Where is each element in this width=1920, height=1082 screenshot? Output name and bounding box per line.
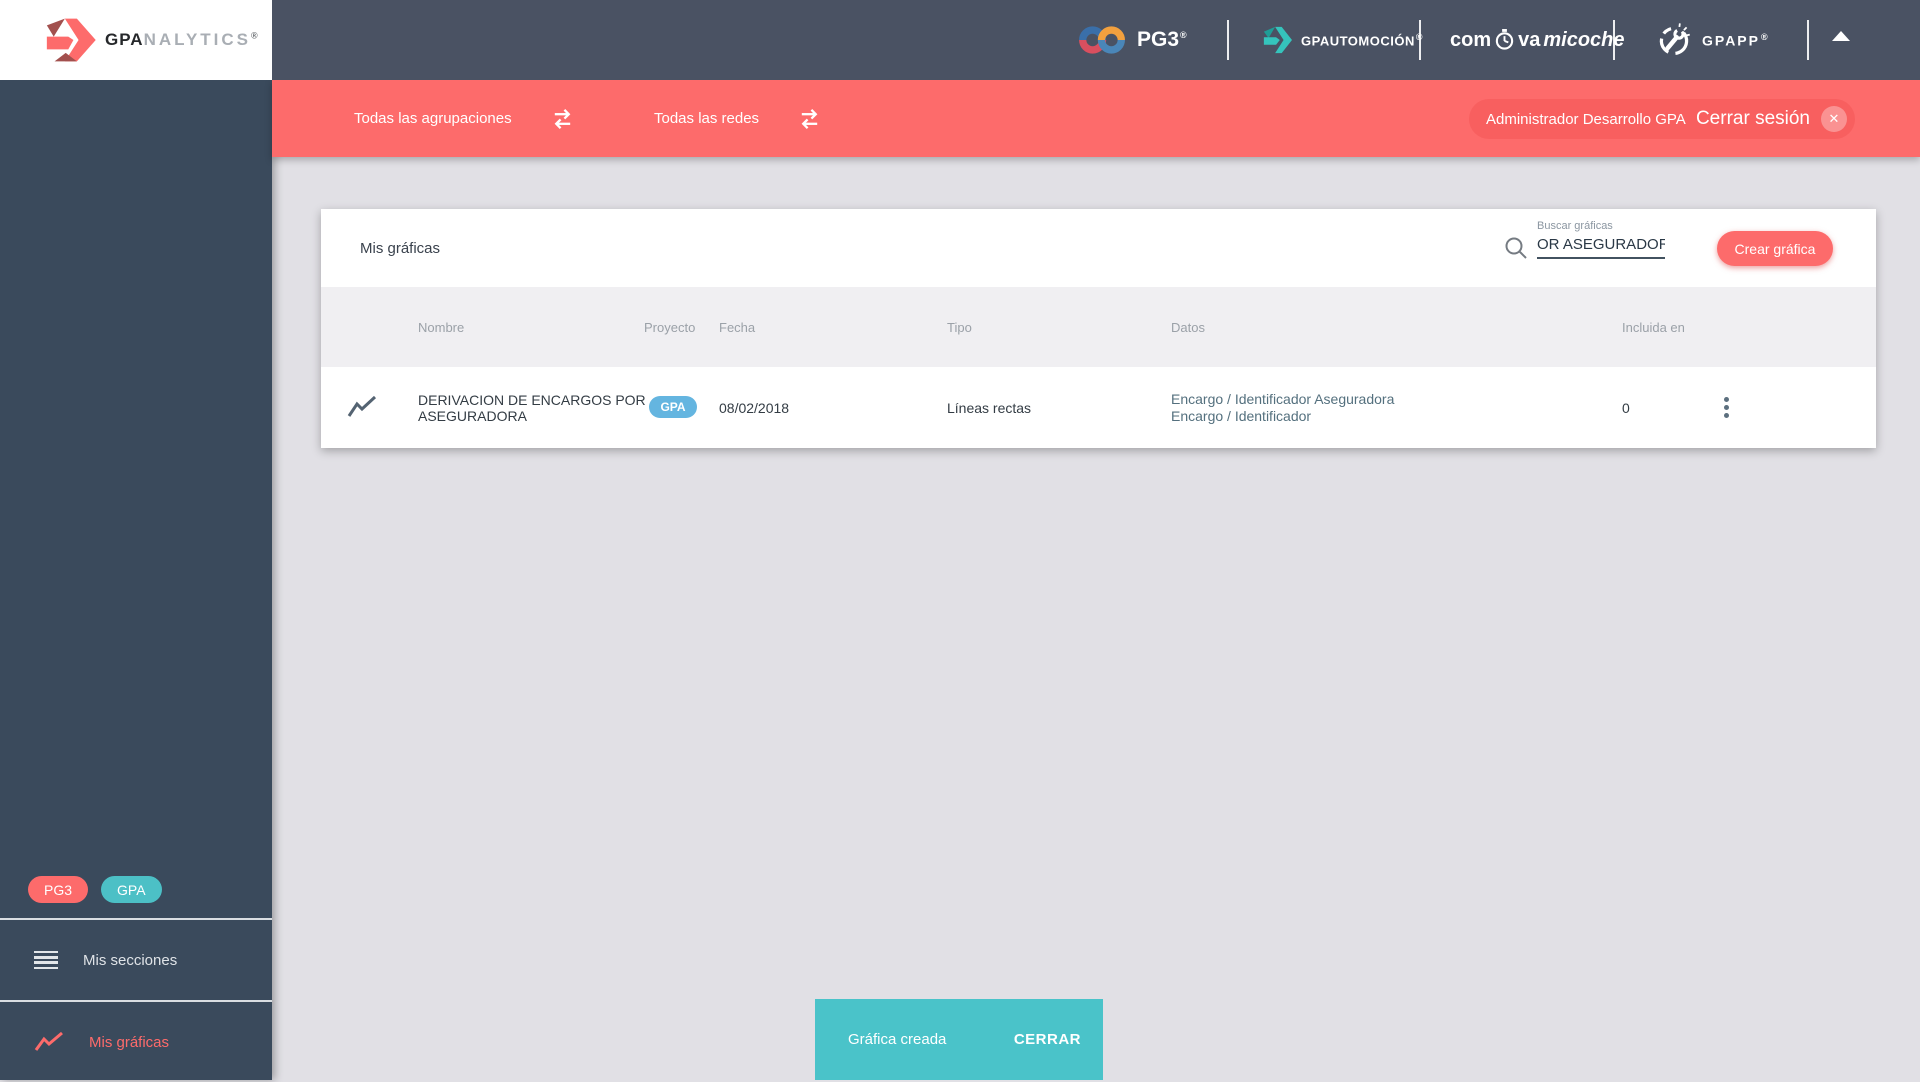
content-area: Mis gráficas Buscar gráficas Crear gráfi… <box>272 157 1920 1080</box>
sidebar: PG3 GPA Mis secciones Mis gráficas <box>0 80 272 1080</box>
chart-date: 08/02/2018 <box>719 399 790 416</box>
sidebar-item-mis-secciones[interactable]: Mis secciones <box>0 920 272 1000</box>
charts-panel: Mis gráficas Buscar gráficas Crear gráfi… <box>321 209 1876 448</box>
sidebar-item-mis-graficas[interactable]: Mis gráficas <box>0 1002 272 1082</box>
chart-data-line: Encargo / Identificador <box>1171 407 1312 424</box>
swap-icon[interactable] <box>797 108 822 130</box>
chart-data-line: Encargo / Identificador Aseguradora <box>1171 390 1395 407</box>
row-chart-icon <box>347 395 377 419</box>
column-header-fecha: Fecha <box>719 319 756 335</box>
gpa-analytics-wordmark: GPANALYTICS® <box>105 30 259 49</box>
pg3-logo[interactable]: PG3® <box>1078 0 1187 80</box>
column-header-incluida-en: Incluida en <box>1622 319 1685 335</box>
gpautomocion-arrow-icon <box>1262 25 1292 55</box>
swap-icon[interactable] <box>550 108 575 130</box>
logout-button[interactable]: Cerrar sesión ✕ <box>1696 106 1847 132</box>
pg3-infinity-icon <box>1078 24 1126 56</box>
filter-bar: Todas las agrupaciones Todas las redes A… <box>272 80 1920 157</box>
chart-type: Líneas rectas <box>947 399 1032 416</box>
filter-redes-label: Todas las redes <box>654 110 760 127</box>
chevron-up-icon <box>1832 31 1850 41</box>
search-input[interactable] <box>1537 236 1665 259</box>
search-icon[interactable] <box>1503 235 1529 261</box>
filter-agrupaciones[interactable]: Todas las agrupaciones <box>354 80 575 157</box>
close-circle-icon[interactable]: ✕ <box>1821 106 1847 132</box>
gpa-analytics-logo[interactable]: GPANALYTICS® <box>0 0 272 80</box>
clock-icon <box>1494 28 1515 52</box>
gpa-arrow-icon <box>44 16 96 64</box>
logout-label: Cerrar sesión <box>1695 108 1810 129</box>
comvamicoche-logo[interactable]: com va micoche <box>1450 0 1625 80</box>
toast-message: Gráfica creada <box>848 1031 947 1048</box>
gpapp-wordmark: GPAPP® <box>1702 31 1770 49</box>
gpapp-logo[interactable]: GPAPP® <box>1656 0 1770 80</box>
sidebar-item-label: Mis gráficas <box>89 1033 170 1051</box>
column-header-datos: Datos <box>1171 319 1205 335</box>
gpautomocion-logo[interactable]: GPAUTOMOCIÓN® <box>1262 0 1423 80</box>
search-field: Buscar gráficas <box>1537 220 1669 259</box>
collapse-arrow-button[interactable] <box>1828 31 1854 51</box>
badge-pg3[interactable]: PG3 <box>28 876 89 903</box>
filter-redes[interactable]: Todas las redes <box>654 80 822 157</box>
column-header-proyecto: Proyecto <box>644 319 696 335</box>
badge-gpa[interactable]: GPA <box>101 876 162 903</box>
column-header-tipo: Tipo <box>947 319 972 335</box>
pg3-wordmark: PG3® <box>1137 28 1187 51</box>
menu-icon <box>34 950 58 970</box>
gpautomocion-wordmark: GPAUTOMOCIÓN® <box>1301 32 1422 49</box>
page-title: Mis gráficas <box>360 239 441 257</box>
row-menu-kebab[interactable] <box>1709 390 1743 424</box>
topbar-divider <box>1227 20 1229 60</box>
sidebar-badges: PG3 GPA <box>28 876 162 903</box>
column-header-nombre: Nombre <box>418 319 465 335</box>
topbar-divider <box>1807 20 1809 60</box>
chart-data-fields: Encargo / Identificador Aseguradora Enca… <box>1171 367 1394 448</box>
toast-snackbar: Gráfica creada CERRAR <box>815 999 1103 1080</box>
user-session-pill: Administrador Desarrollo GPA Cerrar sesi… <box>1469 99 1855 139</box>
panel-header: Mis gráficas Buscar gráficas Crear gráfi… <box>321 209 1876 287</box>
gpapp-wrench-icon <box>1656 22 1692 58</box>
create-chart-button[interactable]: Crear gráfica <box>1717 231 1833 266</box>
comva-text-va: va <box>1518 28 1541 51</box>
included-count: 0 <box>1622 399 1630 416</box>
table-header-row: Nombre Proyecto Fecha Tipo Datos Incluid… <box>321 287 1876 367</box>
filter-agrupaciones-label: Todas las agrupaciones <box>354 110 512 127</box>
user-name: Administrador Desarrollo GPA <box>1486 110 1686 128</box>
toast-close-button[interactable]: CERRAR <box>1008 1030 1087 1049</box>
top-bar: GPANALYTICS® PG3® GPAUTOMOCIÓN® com <box>0 0 1920 80</box>
search-label: Buscar gráficas <box>1537 220 1613 232</box>
sidebar-item-label: Mis secciones <box>83 951 178 969</box>
chart-name: DERIVACION DE ENCARGOS POR ASEGURADORA <box>418 391 646 424</box>
comva-text-com: com <box>1450 28 1492 51</box>
topbar-divider <box>1613 20 1615 60</box>
table-row[interactable]: DERIVACION DE ENCARGOS POR ASEGURADORA G… <box>321 367 1876 448</box>
topbar-divider <box>1419 20 1421 60</box>
project-badge: GPA <box>649 396 697 418</box>
chart-line-icon <box>34 1031 64 1053</box>
